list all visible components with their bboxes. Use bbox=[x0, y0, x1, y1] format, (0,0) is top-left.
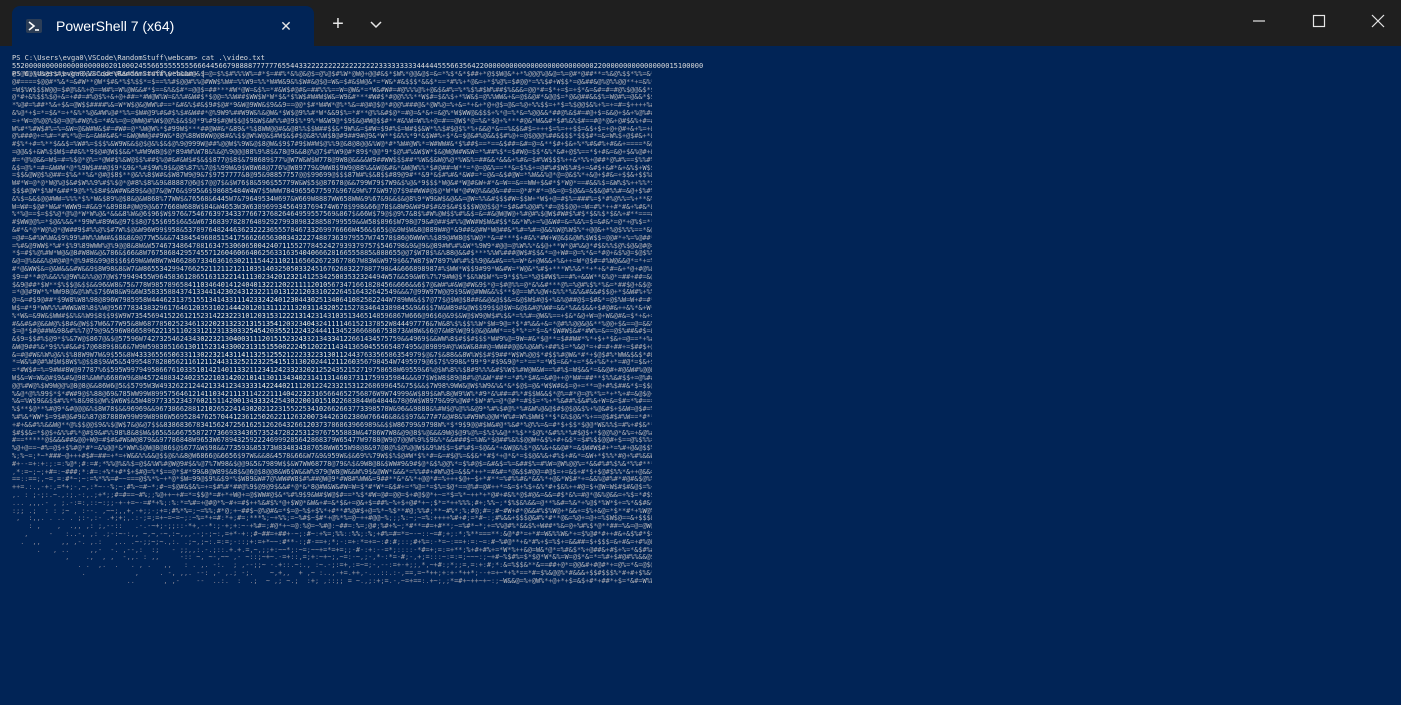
tab-title: PowerShell 7 (x64) bbox=[56, 18, 175, 34]
close-window-button[interactable] bbox=[1355, 0, 1401, 40]
ascii-row: .. , ,- -- ..:. : .; ~ ,; ~.; :+; ,::;; … bbox=[126, 576, 652, 585]
tab-dropdown-button[interactable] bbox=[364, 12, 388, 36]
chevron-down-icon bbox=[370, 21, 382, 29]
minimize-icon bbox=[1253, 20, 1265, 22]
terminal-area[interactable]: PS C:\Users\evga0\VSCode\RandomStuff\web… bbox=[0, 46, 1401, 705]
maximize-icon bbox=[1312, 14, 1326, 28]
tab-powershell[interactable]: PowerShell 7 (x64) ✕ bbox=[12, 6, 314, 46]
ascii-art-output: @*@W@@=&@$$#$=@**$&&=%$#*#&&#%&*=##%W%$*… bbox=[12, 71, 652, 591]
minimize-button[interactable] bbox=[1236, 0, 1282, 40]
close-icon bbox=[1371, 14, 1385, 28]
title-bar: PowerShell 7 (x64) ✕ + bbox=[0, 0, 1401, 46]
output-line: 5520000000000000000000020100024556655555… bbox=[12, 61, 704, 70]
close-tab-button[interactable]: ✕ bbox=[274, 14, 298, 38]
powershell-icon bbox=[26, 19, 42, 33]
maximize-button[interactable] bbox=[1296, 0, 1342, 40]
prompt-line: PS C:\Users\evga0\VSCode\RandomStuff\web… bbox=[12, 54, 265, 62]
new-tab-button[interactable]: + bbox=[326, 12, 350, 36]
